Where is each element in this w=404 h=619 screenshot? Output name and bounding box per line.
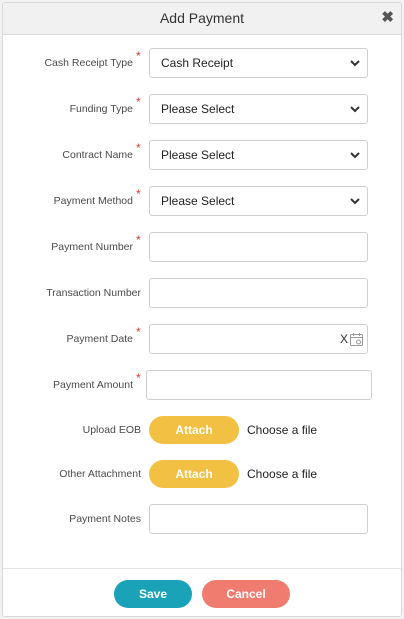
payment-notes-input[interactable] <box>149 504 368 534</box>
cash-receipt-type-select[interactable]: Cash Receipt <box>149 48 368 78</box>
upload-eob-label: Upload EOB <box>82 424 141 436</box>
other-attachment-attach-button[interactable]: Attach <box>149 460 239 488</box>
contract-name-value: Please Select <box>161 148 235 162</box>
payment-date-label: Payment Date <box>66 333 133 345</box>
dialog-footer: Save Cancel <box>3 568 401 616</box>
required-marker: * <box>136 325 141 339</box>
required-marker: * <box>136 371 141 385</box>
required-marker: * <box>136 141 141 155</box>
dialog-title: Add Payment <box>159 10 245 26</box>
dialog-header: Add Payment ✖ <box>3 3 401 35</box>
funding-type-row: Funding Type * Please Select <box>3 94 401 124</box>
payment-method-row: Payment Method * Please Select <box>3 186 401 216</box>
chevron-down-icon <box>350 152 360 159</box>
upload-eob-row: Upload EOB Attach Choose a file <box>3 415 401 445</box>
transaction-number-input[interactable] <box>149 278 368 308</box>
cancel-button[interactable]: Cancel <box>202 580 290 608</box>
clear-date-button[interactable]: X <box>340 325 348 353</box>
save-button[interactable]: Save <box>114 580 192 608</box>
cash-receipt-type-value: Cash Receipt <box>161 56 234 70</box>
payment-method-value: Please Select <box>161 194 235 208</box>
close-icon[interactable]: ✖ <box>381 3 394 34</box>
other-attachment-label: Other Attachment <box>59 468 141 480</box>
payment-date-input[interactable]: X <box>149 324 368 354</box>
required-marker: * <box>136 95 141 109</box>
cash-receipt-type-label: Cash Receipt Type <box>44 57 133 69</box>
funding-type-label: Funding Type <box>69 103 133 115</box>
add-payment-dialog: Add Payment ✖ Cash Receipt Type * Cash R… <box>2 2 402 617</box>
transaction-number-row: Transaction Number <box>3 278 401 308</box>
upload-eob-file-name[interactable]: Choose a file <box>247 415 317 445</box>
chevron-down-icon <box>350 60 360 67</box>
contract-name-select[interactable]: Please Select <box>149 140 368 170</box>
chevron-down-icon <box>350 198 360 205</box>
payment-number-row: Payment Number * <box>3 232 401 262</box>
required-marker: * <box>136 233 141 247</box>
contract-name-label: Contract Name <box>62 149 133 161</box>
other-attachment-row: Other Attachment Attach Choose a file <box>3 459 401 489</box>
calendar-icon[interactable] <box>350 333 363 346</box>
funding-type-value: Please Select <box>161 102 235 116</box>
required-marker: * <box>136 49 141 63</box>
payment-method-label: Payment Method <box>53 195 133 207</box>
required-marker: * <box>136 187 141 201</box>
cash-receipt-type-row: Cash Receipt Type * Cash Receipt <box>3 48 401 78</box>
payment-amount-row: Payment Amount * <box>3 370 401 400</box>
payment-amount-input[interactable] <box>146 370 372 400</box>
payment-notes-row: Payment Notes <box>3 504 401 534</box>
payment-method-select[interactable]: Please Select <box>149 186 368 216</box>
chevron-down-icon <box>350 106 360 113</box>
payment-notes-label: Payment Notes <box>69 513 141 525</box>
payment-number-input[interactable] <box>149 232 368 262</box>
payment-amount-label: Payment Amount <box>53 379 133 391</box>
transaction-number-label: Transaction Number <box>46 287 141 299</box>
funding-type-select[interactable]: Please Select <box>149 94 368 124</box>
other-attachment-file-name[interactable]: Choose a file <box>247 459 317 489</box>
payment-number-label: Payment Number <box>51 241 133 253</box>
upload-eob-attach-button[interactable]: Attach <box>149 416 239 444</box>
contract-name-row: Contract Name * Please Select <box>3 140 401 170</box>
payment-date-row: Payment Date * X <box>3 324 401 354</box>
